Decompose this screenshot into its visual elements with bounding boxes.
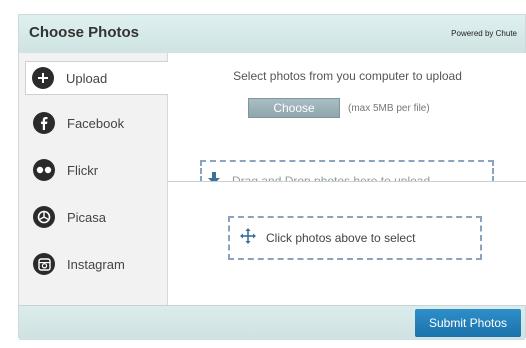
sidebar-item-picasa[interactable]: Picasa — [27, 201, 169, 233]
photo-chooser-dialog: Choose Photos Powered by Chute Upload Fa… — [18, 14, 526, 340]
upload-instructions: Select photos from you computer to uploa… — [233, 69, 462, 83]
sidebar-item-label: Upload — [66, 70, 108, 86]
sidebar-item-facebook[interactable]: Facebook — [27, 107, 169, 139]
powered-by-label: Powered by Chute — [451, 29, 517, 38]
source-sidebar: Upload Facebook Flickr Picasa Instagram — [19, 53, 176, 305]
upload-panel: Select photos from you computer to uploa… — [168, 53, 526, 190]
sidebar-item-instagram[interactable]: Instagram — [27, 248, 169, 280]
selection-instructions: Click photos above to select — [266, 231, 416, 245]
sidebar-item-label: Instagram — [67, 256, 125, 272]
sidebar-item-label: Facebook — [67, 115, 125, 131]
flickr-icon — [33, 159, 55, 181]
selection-panel: Click photos above to select — [168, 182, 526, 305]
sidebar-item-label: Picasa — [67, 209, 107, 225]
upload-plus-icon — [32, 67, 54, 89]
selection-placeholder: Click photos above to select — [228, 216, 482, 260]
choose-button[interactable]: Choose — [248, 98, 340, 118]
max-size-note: (max 5MB per file) — [348, 102, 430, 114]
move-cross-icon — [240, 227, 256, 249]
instagram-icon — [33, 253, 55, 275]
submit-photos-button[interactable]: Submit Photos — [415, 309, 521, 337]
sidebar-item-upload[interactable]: Upload — [25, 61, 176, 95]
sidebar-item-label: Flickr — [67, 162, 99, 178]
choose-row: Choose (max 5MB per file) — [248, 98, 430, 118]
dialog-header: Choose Photos Powered by Chute — [19, 15, 525, 54]
sidebar-item-flickr[interactable]: Flickr — [27, 154, 169, 186]
dialog-footer: Submit Photos — [19, 305, 525, 340]
facebook-icon — [33, 112, 55, 134]
dialog-title: Choose Photos — [29, 24, 140, 41]
picasa-icon — [33, 206, 55, 228]
